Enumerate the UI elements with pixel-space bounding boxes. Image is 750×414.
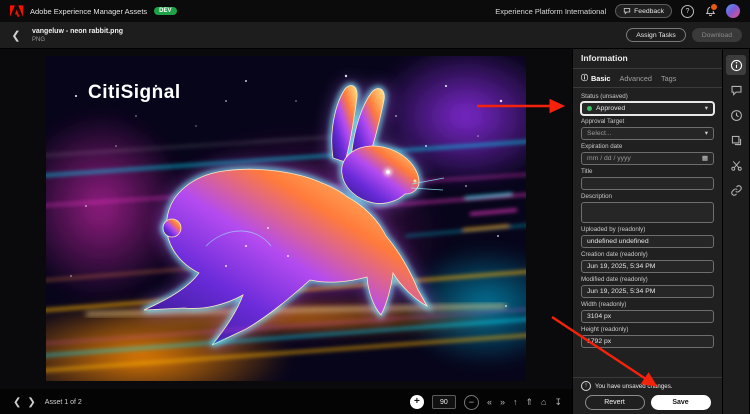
scissors-icon [730,159,743,172]
rail-item-comments[interactable] [726,80,746,100]
uploaded-by-label: Uploaded by (readonly) [581,226,714,233]
title-input[interactable] [581,177,714,190]
next-asset-button[interactable]: ❯ [24,397,38,408]
save-button[interactable]: Save [651,395,711,410]
rail-item-renditions[interactable] [726,130,746,150]
status-label: Status (unsaved) [581,93,714,100]
approval-target-label: Approval Target [581,118,714,125]
width-label: Width (readonly) [581,301,714,308]
asset-header-bar: ❮ vangeluw - neon rabbit.png PNG Assign … [0,22,750,49]
approval-target-select[interactable]: Select... ▾ [581,127,714,140]
home-icon[interactable]: ⌂ [541,398,546,407]
link-icon [730,184,743,197]
user-avatar[interactable] [726,4,740,18]
viewer-toolbar: ❮ ❯ Asset 1 of 2 + 90 − « » ↑ ⇑ ⌂ ↧ [0,389,572,414]
aem-assets-window: Adobe Experience Manager Assets DEV Expe… [0,0,750,414]
rail-item-crop[interactable] [726,155,746,175]
right-icon-rail [722,49,749,414]
forward-icon[interactable]: » [500,398,505,407]
comments-icon [730,84,743,97]
app-title: Adobe Experience Manager Assets [30,7,147,16]
arrow-up-icon[interactable]: ↑ [513,398,518,407]
height-label: Height (readonly) [581,326,714,333]
description-label: Description [581,193,714,200]
height-field: 1792 px [581,335,714,348]
notifications-button[interactable] [703,4,717,18]
tab-tags[interactable]: Tags [661,74,676,83]
rail-item-timeline[interactable] [726,105,746,125]
expiration-date-label: Expiration date [581,143,714,150]
uploaded-by-field: undefined undefined [581,235,714,248]
zoom-level-input[interactable]: 90 [432,395,456,409]
tab-advanced[interactable]: Advanced [619,74,651,83]
creation-date-field: Jun 19, 2025, 5:34 PM [581,260,714,273]
metadata-fields: Status (unsaved) Approved ▾ Approval Tar… [573,88,722,377]
clock-icon [730,109,743,122]
download-button[interactable]: Download [692,28,742,42]
creation-date-label: Creation date (readonly) [581,251,714,258]
rail-item-share[interactable] [726,180,746,200]
arrow-top-icon[interactable]: ⇑ [525,398,533,407]
watermark: CitiSignal [88,82,181,103]
back-button[interactable]: ❮ [8,27,24,43]
asset-format: PNG [32,36,123,44]
warning-icon: ! [581,381,591,391]
info-icon [730,59,743,72]
panel-title: Information [573,49,722,69]
information-panel: Information ⓘ Basic Advanced Tags Status… [572,49,722,414]
zoom-in-button[interactable]: + [410,395,424,409]
help-icon[interactable]: ? [681,5,694,18]
modified-date-label: Modified date (readonly) [581,276,714,283]
chevron-down-icon: ▾ [705,104,708,112]
previous-asset-button[interactable]: ❮ [10,397,24,408]
info-circle-icon: ⓘ [581,73,588,83]
unsaved-changes-warning: ! You have unsaved changes. [581,381,714,391]
width-field: 3104 px [581,310,714,323]
rail-item-info[interactable] [726,55,746,75]
title-label: Title [581,168,714,175]
feedback-bubble-icon [623,7,631,15]
renditions-icon [730,134,743,147]
asset-position-label: Asset 1 of 2 [45,399,82,406]
zoom-out-button[interactable]: − [464,395,479,410]
adobe-logo-icon [10,5,23,17]
panel-tabs: ⓘ Basic Advanced Tags [573,69,722,88]
chevron-down-icon: ▾ [705,129,708,137]
expiration-date-input[interactable]: mm / dd / yyyy ▦ [581,152,714,165]
asset-viewer: CitiSignal ❮ ❯ Asset 1 of 2 + 90 − « » ↑… [0,49,572,414]
asset-image: CitiSignal [46,56,526,381]
env-badge: DEV [154,7,176,15]
description-input[interactable] [581,202,714,223]
asset-title: vangeluw - neon rabbit.png [32,27,123,36]
panel-footer: ! You have unsaved changes. Revert Save [573,377,722,414]
tab-basic[interactable]: ⓘ Basic [581,73,610,83]
feedback-button[interactable]: Feedback [615,4,672,18]
org-switcher[interactable]: Experience Platform International [495,7,606,16]
modified-date-field: Jun 19, 2025, 5:34 PM [581,285,714,298]
calendar-icon[interactable]: ▦ [702,154,708,162]
status-select[interactable]: Approved ▾ [581,102,714,115]
assign-tasks-button[interactable]: Assign Tasks [626,28,686,42]
revert-button[interactable]: Revert [585,395,645,410]
download-rendition-icon[interactable]: ↧ [554,398,562,407]
status-dot-icon [587,106,592,111]
top-bar: Adobe Experience Manager Assets DEV Expe… [0,0,750,22]
rewind-icon[interactable]: « [487,398,492,407]
notification-badge [710,3,718,11]
